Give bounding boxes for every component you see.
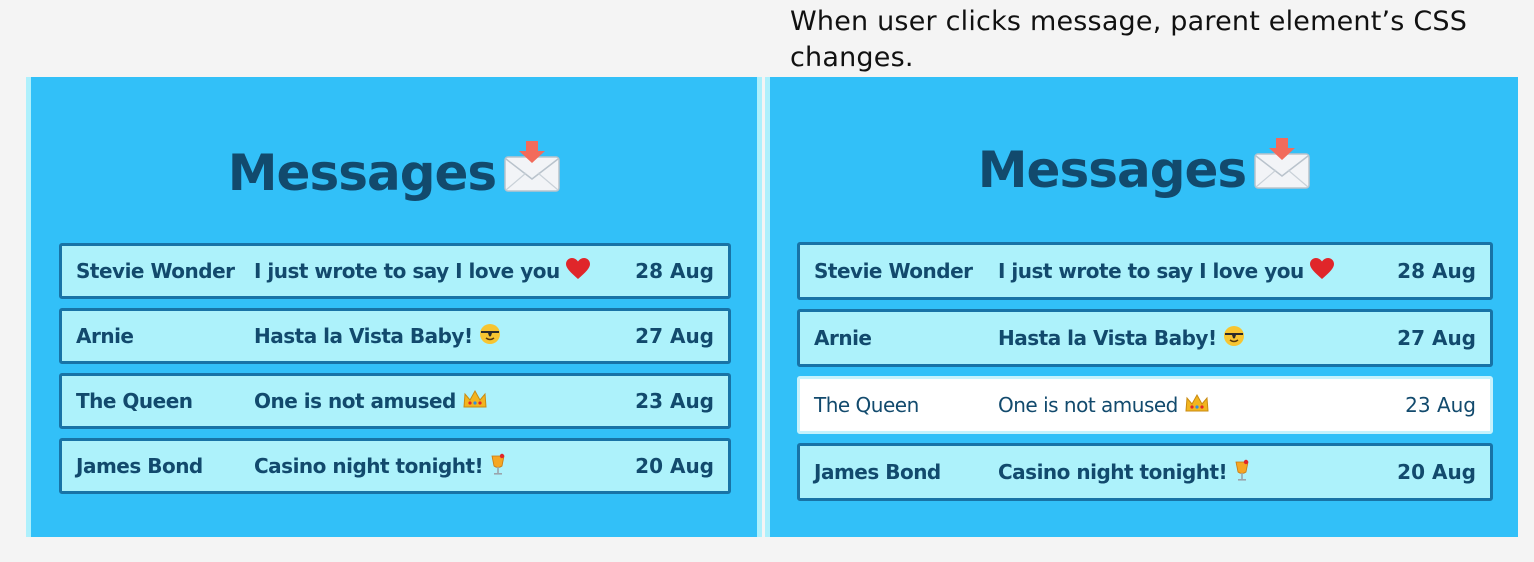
- sender-name: James Bond: [814, 460, 941, 484]
- crown-icon: [462, 388, 488, 415]
- incoming-envelope-icon: [504, 139, 560, 206]
- sender-name: The Queen: [814, 393, 919, 417]
- message-row[interactable]: The Queen One is not amused 23 Aug: [59, 373, 731, 429]
- message-preview: Casino night tonight!: [998, 458, 1397, 487]
- heart-icon: [1309, 257, 1334, 285]
- message-row[interactable]: Stevie Wonder I just wrote to say I love…: [797, 242, 1493, 300]
- message-text: Casino night tonight!: [254, 454, 484, 478]
- message-text: Hasta la Vista Baby!: [998, 326, 1217, 350]
- message-date: 20 Aug: [1397, 460, 1476, 484]
- sender-name: Stevie Wonder: [76, 259, 235, 283]
- messages-panel-before: Messages Stevie Wonder I just wrote to s…: [26, 77, 762, 537]
- message-row-selected[interactable]: The Queen One is not amused 23 Aug: [797, 376, 1493, 434]
- sender-name: The Queen: [76, 389, 193, 413]
- message-text: I just wrote to say I love you: [998, 259, 1304, 283]
- message-preview: One is not amused: [254, 388, 635, 415]
- message-list: Stevie Wonder I just wrote to say I love…: [797, 242, 1493, 510]
- message-date: 27 Aug: [1397, 326, 1476, 350]
- message-text: Casino night tonight!: [998, 460, 1228, 484]
- message-text: One is not amused: [998, 393, 1178, 417]
- message-text: Hasta la Vista Baby!: [254, 324, 473, 348]
- message-preview: Casino night tonight!: [254, 452, 635, 481]
- message-preview: I just wrote to say I love you: [998, 257, 1397, 285]
- message-text: I just wrote to say I love you: [254, 259, 560, 283]
- incoming-envelope-icon: [1254, 136, 1310, 203]
- message-date: 23 Aug: [635, 389, 714, 413]
- sunglasses-face-icon: [1223, 325, 1245, 352]
- message-date: 20 Aug: [635, 454, 714, 478]
- messages-panel-after: Messages Stevie Wonder I just wrote to s…: [765, 77, 1518, 537]
- message-row[interactable]: James Bond Casino night tonight! 20 Aug: [797, 443, 1493, 501]
- messages-heading: Messages: [770, 138, 1518, 207]
- sender-name: James Bond: [76, 454, 203, 478]
- message-row[interactable]: James Bond Casino night tonight! 20 Aug: [59, 438, 731, 494]
- message-date: 27 Aug: [635, 324, 714, 348]
- sender-name: Arnie: [814, 326, 872, 350]
- message-preview: I just wrote to say I love you: [254, 257, 635, 285]
- cocktail-icon: [489, 452, 507, 481]
- message-date: 23 Aug: [1405, 393, 1476, 417]
- sender-name: Stevie Wonder: [814, 259, 973, 283]
- message-date: 28 Aug: [1397, 259, 1476, 283]
- message-list: Stevie Wonder I just wrote to say I love…: [59, 243, 731, 503]
- message-preview: One is not amused: [998, 392, 1405, 419]
- annotation-caption: When user clicks message, parent element…: [790, 6, 1468, 73]
- sunglasses-face-icon: [479, 323, 501, 350]
- message-preview: Hasta la Vista Baby!: [254, 323, 635, 350]
- crown-icon: [1184, 392, 1210, 419]
- heart-icon: [565, 257, 590, 285]
- message-row[interactable]: Stevie Wonder I just wrote to say I love…: [59, 243, 731, 299]
- message-preview: Hasta la Vista Baby!: [998, 325, 1397, 352]
- message-row[interactable]: Arnie Hasta la Vista Baby! 27 Aug: [59, 308, 731, 364]
- message-date: 28 Aug: [635, 259, 714, 283]
- messages-heading-text: Messages: [227, 144, 497, 202]
- sender-name: Arnie: [76, 324, 134, 348]
- messages-heading-text: Messages: [977, 141, 1247, 199]
- cocktail-icon: [1233, 458, 1251, 487]
- message-row[interactable]: Arnie Hasta la Vista Baby! 27 Aug: [797, 309, 1493, 367]
- messages-heading: Messages: [31, 141, 757, 210]
- message-text: One is not amused: [254, 389, 456, 413]
